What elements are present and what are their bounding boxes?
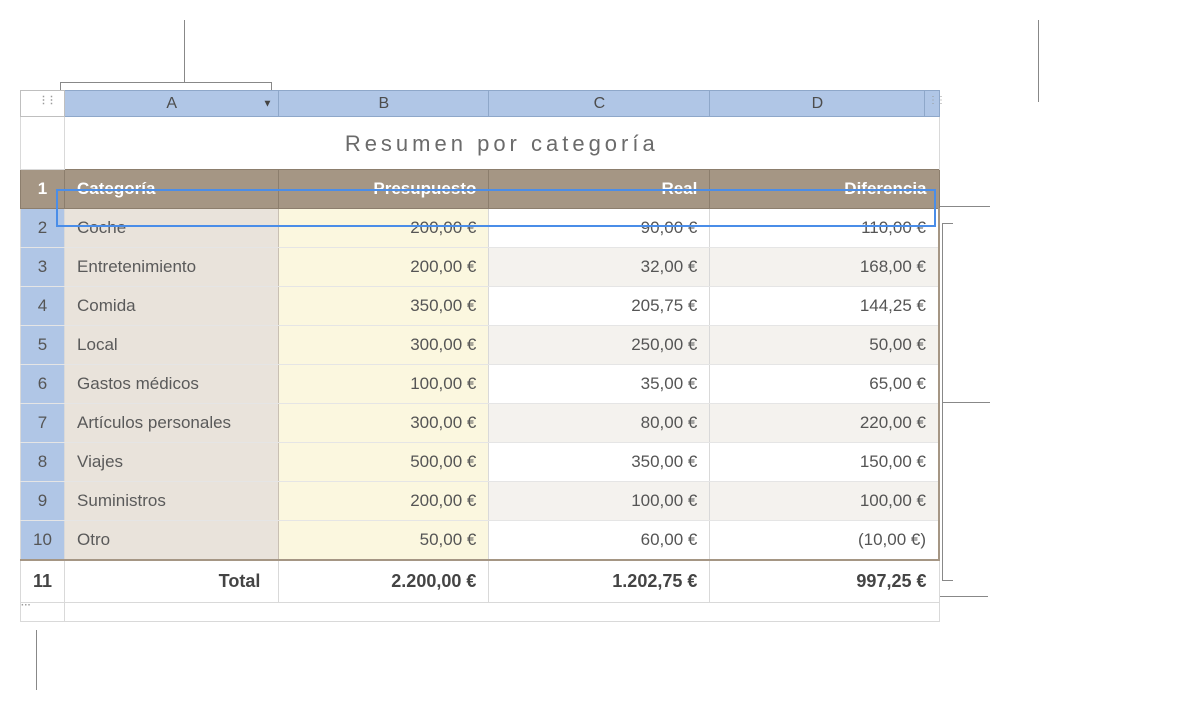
cell-budget[interactable]: 500,00 €	[279, 443, 489, 482]
cell-budget[interactable]: 200,00 €	[279, 248, 489, 287]
cell-category[interactable]: Artículos personales	[65, 404, 279, 443]
cell-real[interactable]: 35,00 €	[489, 365, 710, 404]
footer-real[interactable]: 1.202,75 €	[489, 560, 710, 603]
callout-line	[184, 20, 185, 82]
table-title[interactable]: Resumen por categoría	[65, 117, 939, 170]
table-row: 6Gastos médicos100,00 €35,00 €65,00 €	[21, 365, 940, 404]
row-header-1[interactable]: 1	[21, 170, 65, 209]
grip-icon	[926, 96, 938, 108]
add-row-handle[interactable]	[21, 603, 65, 622]
footer-budget[interactable]: 2.200,00 €	[279, 560, 489, 603]
row-header-2[interactable]: 2	[21, 209, 65, 248]
grip-icon	[37, 96, 49, 108]
table-bottom-edge	[65, 603, 939, 622]
spreadsheet-table[interactable]: A ▼ B C D Resumen por categoría 1 Catego…	[20, 90, 940, 622]
cell-real[interactable]: 32,00 €	[489, 248, 710, 287]
column-label: C	[594, 95, 606, 112]
table-row: 9Suministros200,00 €100,00 €100,00 €	[21, 482, 940, 521]
cell-category[interactable]: Local	[65, 326, 279, 365]
column-label: D	[812, 95, 824, 112]
callout-line	[936, 596, 988, 597]
table-header-row: 1 Categoría Presupuesto Real Diferencia	[21, 170, 940, 209]
cell-category[interactable]: Gastos médicos	[65, 365, 279, 404]
table-row: 3Entretenimiento200,00 €32,00 €168,00 €	[21, 248, 940, 287]
callout-line	[940, 206, 990, 207]
header-budget[interactable]: Presupuesto	[279, 170, 489, 209]
table-row: 10Otro50,00 €60,00 €(10,00 €)	[21, 521, 940, 561]
cell-diff[interactable]: 100,00 €	[710, 482, 939, 521]
callout-line	[1038, 20, 1039, 102]
cell-category[interactable]: Suministros	[65, 482, 279, 521]
cell-category[interactable]: Viajes	[65, 443, 279, 482]
table-row: 5Local300,00 €250,00 €50,00 €	[21, 326, 940, 365]
cell-diff[interactable]: 220,00 €	[710, 404, 939, 443]
cell-budget[interactable]: 50,00 €	[279, 521, 489, 561]
column-header-b[interactable]: B	[279, 91, 489, 117]
cell-real[interactable]: 350,00 €	[489, 443, 710, 482]
grip-icon	[21, 604, 33, 616]
column-header-d[interactable]: D	[710, 91, 925, 117]
cell-real[interactable]: 80,00 €	[489, 404, 710, 443]
row-header-4[interactable]: 4	[21, 287, 65, 326]
cell-diff[interactable]: 168,00 €	[710, 248, 939, 287]
cell-budget[interactable]: 100,00 €	[279, 365, 489, 404]
cell-diff[interactable]: 150,00 €	[710, 443, 939, 482]
table-row: 8Viajes500,00 €350,00 €150,00 €	[21, 443, 940, 482]
column-label: B	[379, 95, 390, 112]
cell-budget[interactable]: 200,00 €	[279, 209, 489, 248]
cell-diff[interactable]: 50,00 €	[710, 326, 939, 365]
callout-line	[36, 630, 37, 690]
header-category[interactable]: Categoría	[65, 170, 279, 209]
row-header-8[interactable]: 8	[21, 443, 65, 482]
cell-diff[interactable]: 144,25 €	[710, 287, 939, 326]
cell-diff[interactable]: 110,00 €	[710, 209, 939, 248]
cell-real[interactable]: 90,00 €	[489, 209, 710, 248]
row-header-blank[interactable]	[21, 117, 65, 170]
cell-diff[interactable]: 65,00 €	[710, 365, 939, 404]
cell-real[interactable]: 250,00 €	[489, 326, 710, 365]
cell-real[interactable]: 100,00 €	[489, 482, 710, 521]
header-diff[interactable]: Diferencia	[710, 170, 939, 209]
row-header-10[interactable]: 10	[21, 521, 65, 561]
row-header-11[interactable]: 11	[21, 560, 65, 603]
cell-real[interactable]: 205,75 €	[489, 287, 710, 326]
cell-category[interactable]: Comida	[65, 287, 279, 326]
table-title-row: Resumen por categoría	[21, 117, 940, 170]
row-header-7[interactable]: 7	[21, 404, 65, 443]
table-row: 2Coche200,00 €90,00 €110,00 €	[21, 209, 940, 248]
callout-line	[942, 402, 990, 403]
table-row: 7Artículos personales300,00 €80,00 €220,…	[21, 404, 940, 443]
column-header-c[interactable]: C	[489, 91, 710, 117]
add-column-handle[interactable]	[925, 91, 939, 117]
row-header-5[interactable]: 5	[21, 326, 65, 365]
cell-budget[interactable]: 350,00 €	[279, 287, 489, 326]
cell-category[interactable]: Otro	[65, 521, 279, 561]
footer-label[interactable]: Total	[65, 560, 279, 603]
column-header-a[interactable]: A ▼	[65, 91, 279, 117]
chevron-down-icon[interactable]: ▼	[262, 98, 272, 109]
cell-category[interactable]: Entretenimiento	[65, 248, 279, 287]
table-corner-handle[interactable]	[21, 91, 65, 117]
cell-diff[interactable]: (10,00 €)	[710, 521, 939, 561]
cell-budget[interactable]: 200,00 €	[279, 482, 489, 521]
column-reference-row: A ▼ B C D	[21, 91, 940, 117]
column-label: A	[166, 95, 177, 112]
table-row: 4Comida350,00 €205,75 €144,25 €	[21, 287, 940, 326]
footer-diff[interactable]: 997,25 €	[710, 560, 939, 603]
cell-budget[interactable]: 300,00 €	[279, 326, 489, 365]
row-header-6[interactable]: 6	[21, 365, 65, 404]
cell-category[interactable]: Coche	[65, 209, 279, 248]
cell-real[interactable]: 60,00 €	[489, 521, 710, 561]
header-actual[interactable]: Real	[489, 170, 710, 209]
row-header-3[interactable]: 3	[21, 248, 65, 287]
table-footer-row: 11 Total 2.200,00 € 1.202,75 € 997,25 €	[21, 560, 940, 603]
cell-budget[interactable]: 300,00 €	[279, 404, 489, 443]
add-row-handle-row	[21, 603, 940, 622]
row-header-9[interactable]: 9	[21, 482, 65, 521]
